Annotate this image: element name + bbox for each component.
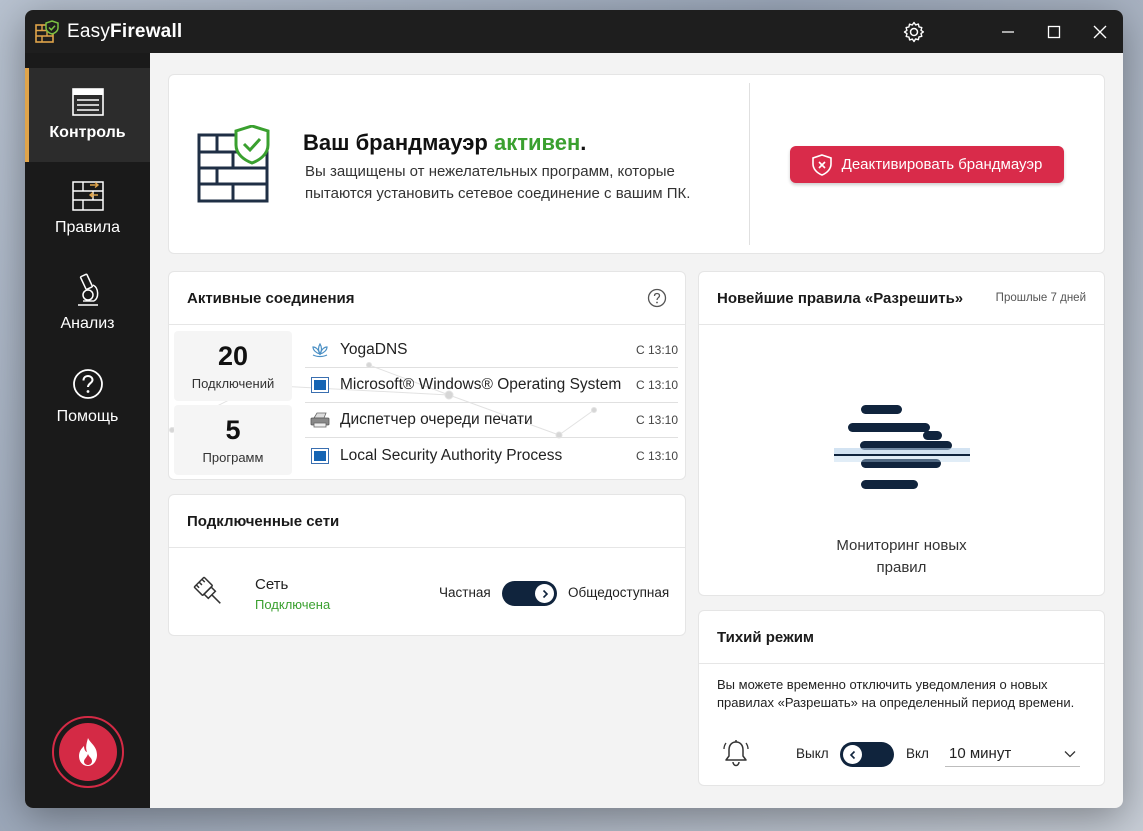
newest-rules-card: Новейшие правила «Разрешить» Прошлые 7 д… <box>698 271 1105 596</box>
maximize-button[interactable] <box>1031 10 1077 53</box>
sidebar-item-control[interactable]: Контроль <box>25 68 150 162</box>
control-panel-icon <box>71 88 104 116</box>
window-app-icon <box>311 447 329 464</box>
bell-icon <box>723 740 749 767</box>
network-status: Подключена <box>255 597 331 612</box>
status-description: Вы защищены от нежелательных программ, к… <box>305 163 691 202</box>
stat-value: 20 <box>217 341 249 371</box>
quiet-off-label: Выкл <box>796 746 829 761</box>
lotus-icon <box>312 342 328 358</box>
quiet-mode-toggle[interactable] <box>840 742 894 767</box>
connection-name: Local Security Authority Process <box>340 446 563 464</box>
firewall-quick-toggle-button[interactable] <box>52 716 124 788</box>
list-item[interactable]: Local Security Authority Process С 13:10 <box>305 438 678 473</box>
connections-list: YogaDNS С 13:10 Microsoft® Windows® Oper… <box>305 333 678 473</box>
printer-icon <box>310 412 330 428</box>
minimize-icon <box>1002 30 1014 33</box>
quiet-mode-description: Вы можете временно отключить уведомления… <box>717 677 1075 710</box>
title-bar: EasyFirewall <box>25 10 1123 53</box>
firewall-logo-icon <box>35 19 59 43</box>
connection-time: С 13:10 <box>635 343 678 357</box>
ethernet-cable-icon <box>193 576 221 604</box>
card-title: Подключенные сети <box>187 512 340 530</box>
sidebar-item-analysis[interactable]: Анализ <box>25 256 150 350</box>
network-name: Сеть <box>255 576 289 593</box>
public-label: Общедоступная <box>568 585 670 600</box>
deactivate-firewall-button[interactable]: Деактивировать брандмауэр <box>790 146 1064 183</box>
connection-time: С 13:10 <box>635 378 678 392</box>
app-title: EasyFirewall <box>67 20 183 42</box>
minimize-button[interactable] <box>985 10 1031 53</box>
app-window: EasyFirewall Контроль Правила Анализ Пом… <box>25 10 1123 808</box>
help-circle-icon <box>72 369 103 399</box>
rules-icon <box>71 181 104 211</box>
flame-icon <box>79 738 97 766</box>
firewall-shield-icon <box>197 125 270 203</box>
network-type-toggle[interactable] <box>502 581 557 606</box>
connected-networks-card: Подключенные сети Сеть Подключена Частна… <box>168 494 686 636</box>
connection-time: С 13:10 <box>635 413 678 427</box>
settings-button[interactable] <box>891 10 937 53</box>
list-item[interactable]: Диспетчер очереди печати С 13:10 <box>305 403 678 438</box>
sidebar-item-label: Контроль <box>49 124 126 141</box>
status-title: Ваш брандмауэр активен. <box>303 130 587 155</box>
close-icon <box>1093 25 1107 38</box>
card-title: Активные соединения <box>187 289 355 307</box>
chevron-down-icon <box>1064 750 1076 757</box>
active-connections-card: Активные соединения 20 Подключений 5 Про… <box>168 271 686 480</box>
list-item[interactable]: Microsoft® Windows® Operating System С 1… <box>305 368 678 403</box>
period-label: Прошлые 7 дней <box>995 292 1086 304</box>
connection-name: Microsoft® Windows® Operating System <box>340 376 622 393</box>
maximize-icon <box>1047 25 1061 38</box>
chevron-left-icon <box>849 750 855 759</box>
sidebar-item-label: Анализ <box>60 315 115 332</box>
stat-label: Подключений <box>191 376 275 391</box>
card-title: Новейшие правила «Разрешить» <box>717 289 964 307</box>
rules-monitoring-illustration <box>834 405 970 489</box>
firewall-status-card: Ваш брандмауэр активен. Вы защищены от н… <box>168 74 1105 254</box>
sidebar-item-rules[interactable]: Правила <box>25 162 150 256</box>
chevron-right-icon <box>542 589 548 598</box>
stat-value: 5 <box>225 415 241 445</box>
sidebar: Контроль Правила Анализ Помощь <box>25 53 150 808</box>
card-title: Тихий режим <box>717 628 815 646</box>
rules-monitoring-message: Мониторинг новых правил <box>836 537 967 576</box>
stat-label: Программ <box>202 450 264 465</box>
help-icon[interactable] <box>647 288 667 308</box>
list-item[interactable]: YogaDNS С 13:10 <box>305 333 678 368</box>
sidebar-item-help[interactable]: Помощь <box>25 350 150 444</box>
shield-x-icon <box>811 153 832 176</box>
close-button[interactable] <box>1077 10 1123 53</box>
deactivate-label: Деактивировать брандмауэр <box>841 156 1043 173</box>
quiet-on-label: Вкл <box>906 746 929 761</box>
programs-count-stat: 5 Программ <box>174 405 292 475</box>
microscope-icon <box>77 273 98 306</box>
connection-name: YogaDNS <box>340 341 408 358</box>
connections-count-stat: 20 Подключений <box>174 331 292 401</box>
selected-duration: 10 минут <box>949 745 1012 762</box>
divider <box>749 83 750 245</box>
connection-time: С 13:10 <box>635 448 678 463</box>
sidebar-item-label: Правила <box>55 219 120 236</box>
sidebar-item-label: Помощь <box>56 408 119 425</box>
gear-icon <box>903 21 925 42</box>
window-app-icon <box>311 377 329 393</box>
quiet-mode-card: Тихий режим Вы можете временно отключить… <box>698 610 1105 786</box>
private-label: Частная <box>439 585 491 600</box>
connection-name: Диспетчер очереди печати <box>340 411 533 428</box>
quiet-duration-select[interactable]: 10 минут <box>945 741 1080 767</box>
